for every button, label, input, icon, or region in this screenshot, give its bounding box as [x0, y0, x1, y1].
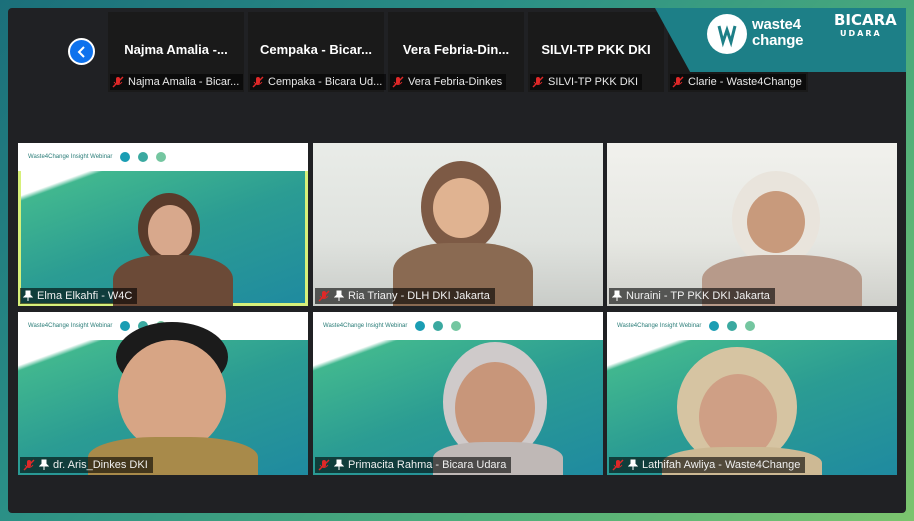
participant-name: Vera Febria-Din... [402, 42, 510, 57]
strip-participant-tile[interactable]: SILVI-TP PKK DKI SILVI-TP PKK DKI [528, 12, 664, 92]
mic-muted-icon [252, 76, 264, 88]
participant-label: Nuraini - TP PKK DKI Jakarta [609, 288, 775, 304]
participant-label-text: Cempaka - Bicara Ud... [268, 76, 383, 88]
strip-participant-tile[interactable]: Cempaka - Bicar... Cempaka - Bicara Ud..… [248, 12, 386, 92]
video-tile[interactable]: Waste4Change Insight Webinar Lathifah Aw… [607, 312, 897, 475]
slide-title: Waste4Change Insight Webinar [617, 323, 702, 329]
participant-label-text: Lathifah Awliya - Waste4Change [642, 459, 801, 471]
video-tile[interactable]: Ria Triany - DLH DKI Jakarta [313, 143, 603, 306]
mic-muted-icon [612, 459, 624, 471]
participant-face [118, 340, 226, 452]
pin-icon [628, 459, 638, 470]
participant-label-text: Ria Triany - DLH DKI Jakarta [348, 290, 490, 302]
mic-muted-icon [23, 459, 35, 471]
mic-muted-icon [392, 76, 404, 88]
mic-muted-icon [672, 76, 684, 88]
previous-page-button[interactable] [68, 38, 95, 65]
participant-label: Elma Elkahfi - W4C [20, 288, 138, 304]
webinar-slide-header: Waste4Change Insight Webinar [313, 312, 603, 340]
webinar-slide-header: Waste4Change Insight Webinar [607, 312, 897, 340]
participant-label: Vera Febria-Dinkes [390, 74, 507, 90]
participant-face [433, 178, 489, 238]
participant-label-text: Elma Elkahfi - W4C [37, 290, 133, 302]
participant-label: dr. Aris_Dinkes DKI [20, 457, 153, 473]
pin-icon [334, 459, 344, 470]
participant-label-text: Najma Amalia - Bicar... [128, 76, 240, 88]
brand-logo2-line1: BICARA [834, 11, 897, 29]
participant-name: SILVI-TP PKK DKI [541, 42, 651, 57]
waste4change-logo-text: waste4 change [752, 16, 804, 49]
webinar-slide-header: Waste4Change Insight Webinar [18, 143, 308, 171]
slide-title: Waste4Change Insight Webinar [28, 323, 113, 329]
strip-participant-tile[interactable]: Vera Febria-Din... Vera Febria-Dinkes [388, 12, 524, 92]
brand-logo1-line1: waste4 [752, 16, 801, 33]
strip-participant-tile[interactable]: Najma Amalia -... Najma Amalia - Bicar..… [108, 12, 244, 92]
video-tile-active-speaker[interactable]: Waste4Change Insight Webinar Elma Elkahf… [18, 143, 308, 306]
participant-label-text: Vera Febria-Dinkes [408, 76, 503, 88]
participant-label: SILVI-TP PKK DKI [530, 74, 643, 90]
participant-label: Clarie - Waste4Change [670, 74, 806, 90]
participant-face [747, 191, 805, 253]
participant-label-text: Clarie - Waste4Change [688, 76, 802, 88]
video-tile[interactable]: Waste4Change Insight Webinar dr. Aris_Di… [18, 312, 308, 475]
participant-label: Lathifah Awliya - Waste4Change [609, 457, 806, 473]
brand-logo1-line2: change [752, 32, 804, 49]
participant-face [455, 362, 535, 454]
brand-logo2-line2: UDARA [840, 29, 882, 38]
participant-name: Najma Amalia -... [124, 42, 228, 57]
mic-muted-icon [112, 76, 124, 88]
waste4change-logo-icon [707, 14, 747, 54]
slide-title: Waste4Change Insight Webinar [28, 154, 113, 160]
video-tile[interactable]: Nuraini - TP PKK DKI Jakarta [607, 143, 897, 306]
chevron-left-icon [77, 45, 85, 58]
participant-label-text: Nuraini - TP PKK DKI Jakarta [626, 290, 770, 302]
participant-label: Cempaka - Bicara Ud... [250, 74, 386, 90]
mic-muted-icon [532, 76, 544, 88]
video-tile[interactable]: Waste4Change Insight Webinar Primacita R… [313, 312, 603, 475]
mic-muted-icon [318, 290, 330, 302]
pin-icon [612, 290, 622, 301]
participant-face [148, 205, 192, 257]
participant-label-text: Primacita Rahma - Bicara Udara [348, 459, 507, 471]
participant-label: Najma Amalia - Bicar... [110, 74, 244, 90]
participant-label: Primacita Rahma - Bicara Udara [315, 457, 512, 473]
pin-icon [39, 459, 49, 470]
slide-title: Waste4Change Insight Webinar [323, 323, 408, 329]
pin-icon [23, 290, 33, 301]
participant-label-text: dr. Aris_Dinkes DKI [53, 459, 148, 471]
participant-name: Cempaka - Bicar... [260, 42, 372, 57]
participant-label-text: SILVI-TP PKK DKI [548, 76, 639, 88]
pin-icon [334, 290, 344, 301]
participant-label: Ria Triany - DLH DKI Jakarta [315, 288, 495, 304]
mic-muted-icon [318, 459, 330, 471]
bicara-udara-logo: BICARA UDARA [834, 12, 897, 40]
